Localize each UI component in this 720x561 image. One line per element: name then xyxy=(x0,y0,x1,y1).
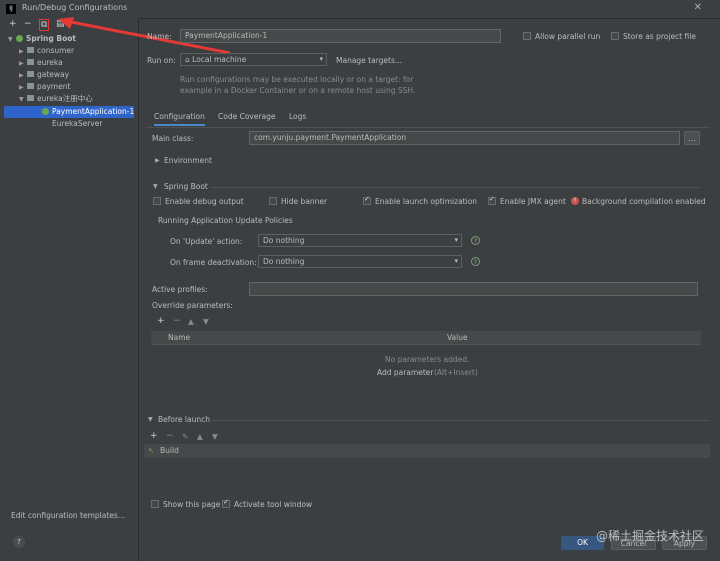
active-profiles-input[interactable] xyxy=(249,282,698,296)
build-icon: ↖ xyxy=(148,446,155,455)
enable-debug-label: Enable debug output xyxy=(165,197,244,206)
before-launch-divider xyxy=(212,420,710,421)
remove-parameter-icon[interactable]: − xyxy=(173,316,181,326)
show-page-label: Show this page xyxy=(163,500,221,509)
parameters-table-header: Name Value xyxy=(151,331,701,345)
on-frame-label: On frame deactivation: xyxy=(170,258,257,267)
build-task-label: Build xyxy=(160,446,179,455)
run-on-hint-line-1: Run configurations may be executed local… xyxy=(180,75,414,84)
browse-main-class-button[interactable]: … xyxy=(684,131,700,145)
environment-section[interactable]: Environment xyxy=(164,156,212,165)
store-as-project-label: Store as project file xyxy=(623,32,696,41)
chevron-down-icon[interactable]: ▼ xyxy=(153,183,158,190)
question-icon[interactable]: ? xyxy=(471,236,480,245)
before-launch-section[interactable]: Before launch xyxy=(158,415,210,424)
main-class-label: Main class: xyxy=(152,134,194,143)
move-up-icon[interactable]: ▲ xyxy=(188,317,194,326)
hide-banner-label: Hide banner xyxy=(281,197,328,206)
launch-optimization-label: Enable launch optimization xyxy=(375,197,478,206)
show-page-checkbox[interactable] xyxy=(151,500,159,508)
run-on-hint-line-2: example in a Docker Container or on a re… xyxy=(180,86,416,95)
annotation-arrow xyxy=(58,17,231,55)
on-update-dropdown[interactable]: Do nothing ▾ xyxy=(258,234,462,247)
column-value: Value xyxy=(447,333,468,342)
add-parameter-shortcut: (Alt+Insert) xyxy=(434,368,478,377)
on-frame-dropdown[interactable]: Do nothing ▾ xyxy=(258,255,462,268)
chevron-right-icon[interactable]: ▶ xyxy=(155,157,160,164)
tabs-divider xyxy=(146,127,710,128)
spring-boot-divider xyxy=(210,187,700,188)
update-policies-heading: Running Application Update Policies xyxy=(158,216,293,225)
activate-tool-window-checkbox[interactable] xyxy=(222,498,230,508)
run-on-label: Run on: xyxy=(147,56,176,65)
error-icon: ! xyxy=(571,197,579,205)
store-as-project-checkbox[interactable] xyxy=(611,32,619,40)
name-input[interactable]: PaymentApplication-1 xyxy=(180,29,501,43)
tab-logs[interactable]: Logs xyxy=(289,112,306,121)
override-parameters-label: Override parameters: xyxy=(152,301,233,310)
tab-code-coverage[interactable]: Code Coverage xyxy=(218,112,276,121)
question-icon[interactable]: ? xyxy=(471,257,480,266)
enable-debug-checkbox[interactable] xyxy=(153,197,161,205)
main-class-input[interactable]: com.yunju.payment.PaymentApplication xyxy=(249,131,680,145)
background-compilation-status: Background compilation enabled xyxy=(582,197,706,206)
jmx-agent-label: Enable JMX agent xyxy=(500,197,566,206)
add-parameter-link[interactable]: Add parameter xyxy=(377,368,434,377)
tab-configuration[interactable]: Configuration xyxy=(154,112,205,126)
allow-parallel-checkbox[interactable] xyxy=(523,32,531,40)
run-on-dropdown[interactable]: ⌂ Local machine ▾ xyxy=(180,53,327,66)
launch-task-row[interactable]: ↖ Build xyxy=(144,444,710,458)
manage-targets-link[interactable]: Manage targets... xyxy=(336,56,402,65)
on-update-label: On 'Update' action: xyxy=(170,237,243,246)
jmx-agent-checkbox[interactable] xyxy=(488,195,496,205)
move-task-up-icon[interactable]: ▲ xyxy=(197,432,203,441)
active-profiles-label: Active profiles: xyxy=(152,285,208,294)
remove-task-icon[interactable]: − xyxy=(166,431,174,441)
launch-optimization-checkbox[interactable] xyxy=(363,195,371,205)
hide-banner-checkbox[interactable] xyxy=(269,197,277,205)
add-parameter-icon[interactable]: + xyxy=(157,316,165,326)
allow-parallel-label: Allow parallel run xyxy=(535,32,601,41)
add-task-icon[interactable]: + xyxy=(150,431,158,441)
watermark: @稀土掘金技术社区 xyxy=(595,529,704,543)
chevron-down-icon: ▾ xyxy=(454,257,458,265)
column-name: Name xyxy=(168,333,191,342)
move-down-icon[interactable]: ▼ xyxy=(203,317,209,326)
name-label: Name: xyxy=(147,32,172,41)
chevron-down-icon[interactable]: ▼ xyxy=(148,416,153,423)
edit-task-icon[interactable]: ✎ xyxy=(182,432,188,441)
chevron-down-icon: ▾ xyxy=(319,55,323,63)
activate-tool-window-label: Activate tool window xyxy=(234,500,313,509)
move-task-down-icon[interactable]: ▼ xyxy=(212,432,218,441)
empty-table-text: No parameters added. xyxy=(385,355,470,364)
spring-boot-section[interactable]: Spring Boot xyxy=(164,182,208,191)
chevron-down-icon: ▾ xyxy=(454,236,458,244)
